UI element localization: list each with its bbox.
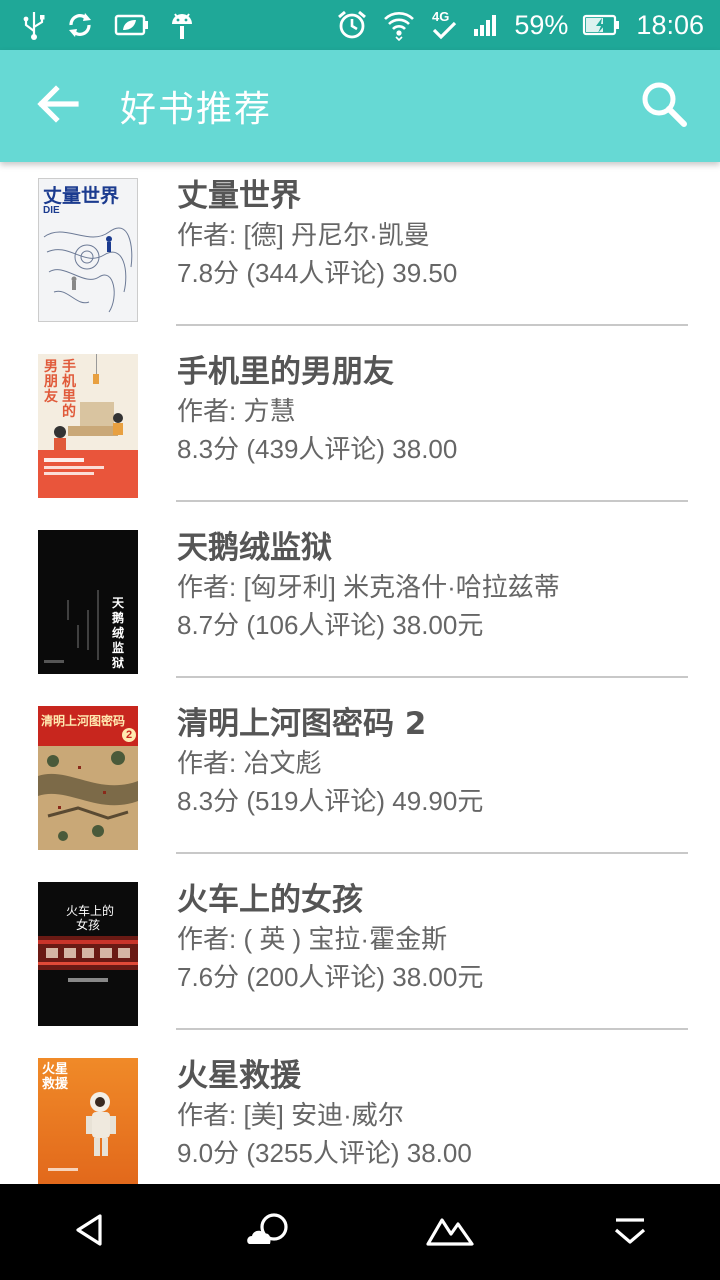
book-author: 作者: [德] 丹尼尔·凯曼 (177, 220, 430, 250)
cover-title: 清明上河图密码 (41, 714, 126, 728)
book-author: 作者: ( 英 ) 宝拉·霍金斯 (177, 924, 448, 954)
search-button[interactable] (636, 78, 692, 134)
book-cover: 男 朋 友 手 机 里 的 (38, 354, 138, 498)
wifi-icon (382, 9, 416, 41)
book-title: 手机里的男朋友 (177, 354, 394, 390)
book-author: 作者: 冶文彪 (177, 748, 322, 778)
book-cover: 火星 救援 (38, 1058, 138, 1184)
mountain-icon (425, 1210, 475, 1254)
cloud-home-icon (244, 1210, 296, 1254)
list-item[interactable]: 男 朋 友 手 机 里 的 手机里的男朋友 作者: 方慧 8.3分 (439人评… (0, 338, 720, 514)
battery-saver-icon (114, 13, 150, 37)
cover-subtitle: DIE (43, 205, 60, 216)
book-list[interactable]: 丈量世界 DIE 丈量世界 作者: [德] 丹尼尔·凯曼 7.8分 (344人评… (0, 162, 720, 1184)
divider (176, 324, 688, 326)
cover-volume: 2 (122, 728, 136, 742)
list-item[interactable]: 清明上河图密码 2 清明上河图密码 2 作者: 冶文彪 8.3分 (519人评论… (0, 690, 720, 866)
nav-back-button[interactable] (50, 1192, 130, 1272)
svg-text:4G: 4G (432, 9, 449, 24)
book-cover: 清明上河图密码 2 (38, 706, 138, 850)
book-cover: 火车上的 女孩 (38, 882, 138, 1026)
sync-icon (64, 9, 96, 41)
book-title: 火车上的女孩 (177, 882, 363, 918)
battery-percent: 59% (514, 9, 569, 40)
search-icon (639, 79, 689, 133)
book-rating-price: 8.3分 (439人评论) 38.00 (177, 434, 458, 464)
back-button[interactable] (30, 78, 86, 134)
signal-icon (472, 12, 500, 38)
list-item[interactable]: 火星 救援 火星救援 作者: [美] 安迪·威尔 9.0分 (3255人评论) … (0, 1042, 720, 1184)
nav-recents-button[interactable] (410, 1192, 490, 1272)
book-rating-price: 7.8分 (344人评论) 39.50 (177, 258, 458, 288)
book-rating-price: 8.3分 (519人评论) 49.90元 (177, 786, 484, 816)
divider (176, 500, 688, 502)
book-rating-price: 9.0分 (3255人评论) 38.00 (177, 1138, 472, 1168)
divider (176, 676, 688, 678)
book-cover: 天 鹅 绒 监 狱 (38, 530, 138, 674)
clock: 18:06 (636, 9, 704, 40)
android-icon (168, 8, 196, 42)
book-title: 火星救援 (177, 1058, 301, 1094)
divider (176, 852, 688, 854)
book-cover: 丈量世界 DIE (38, 178, 138, 322)
cover-illustration (44, 590, 99, 663)
book-title: 清明上河图密码 2 (177, 706, 427, 742)
menu-down-icon (610, 1210, 650, 1254)
network-4g-icon: 4G (430, 8, 458, 42)
cover-illustration (38, 354, 138, 498)
status-bar: 4G 59% 18:06 (0, 0, 720, 50)
book-author: 作者: [匈牙利] 米克洛什·哈拉兹蒂 (177, 572, 560, 602)
list-item[interactable]: 火车上的 女孩 火车上的女孩 作者: ( 英 ) 宝拉·霍金斯 7.6分 (20… (0, 866, 720, 1042)
cover-title: 丈量世界 (43, 185, 120, 207)
back-triangle-icon (70, 1210, 110, 1254)
usb-icon (22, 9, 46, 41)
book-rating-price: 8.7分 (106人评论) 38.00元 (177, 610, 484, 640)
book-author: 作者: [美] 安迪·威尔 (177, 1100, 404, 1130)
nav-home-button[interactable] (230, 1192, 310, 1272)
book-rating-price: 7.6分 (200人评论) 38.00元 (177, 962, 484, 992)
list-item[interactable]: 天 鹅 绒 监 狱 天鹅绒监狱 作者: [匈牙利] 米克洛什·哈拉兹蒂 8.7分… (0, 514, 720, 690)
app-bar: 好书推荐 (0, 50, 720, 162)
cover-illustration (48, 1092, 116, 1171)
book-title: 丈量世界 (177, 178, 301, 214)
book-author: 作者: 方慧 (177, 396, 296, 426)
list-item[interactable]: 丈量世界 DIE 丈量世界 作者: [德] 丹尼尔·凯曼 7.8分 (344人评… (0, 162, 720, 338)
navigation-bar (0, 1184, 720, 1280)
nav-menu-button[interactable] (590, 1192, 670, 1272)
battery-icon (582, 13, 622, 37)
cover-illustration (38, 746, 138, 850)
page-title: 好书推荐 (120, 89, 273, 130)
cover-contour-art (43, 227, 133, 313)
book-title: 天鹅绒监狱 (177, 530, 332, 566)
divider (176, 1028, 688, 1030)
alarm-icon (336, 9, 368, 41)
cover-illustration (38, 936, 138, 982)
arrow-left-icon (36, 84, 80, 128)
